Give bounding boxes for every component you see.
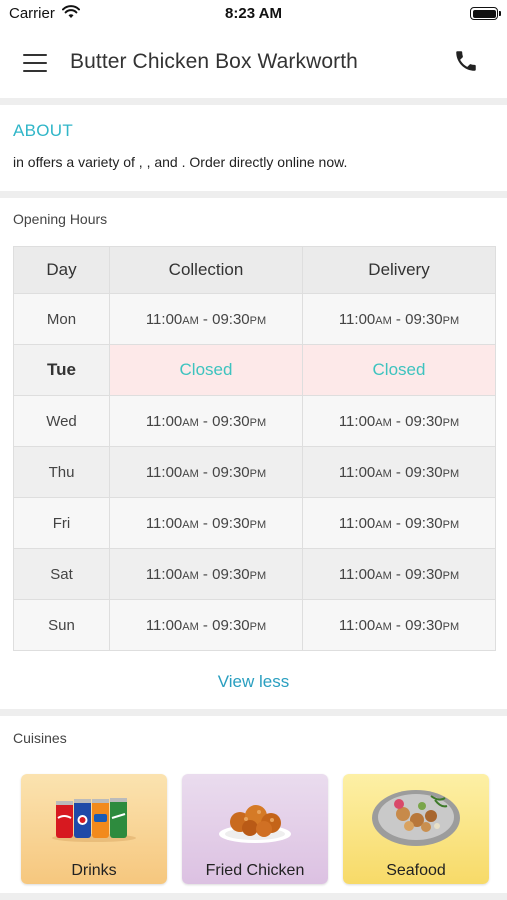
collection-hours-cell: 11:00AM - 09:30PM	[109, 497, 303, 549]
cuisine-label: Fried Chicken	[205, 862, 305, 879]
day-cell: Thu	[13, 446, 110, 498]
column-header-day: Day	[13, 246, 110, 294]
day-cell: Fri	[13, 497, 110, 549]
table-row: Fri 11:00AM - 09:30PM 11:00AM - 09:30PM	[13, 497, 496, 549]
section-divider	[0, 191, 507, 198]
app-header: Butter Chicken Box Warkworth	[0, 28, 507, 98]
collection-hours-cell: 11:00AM - 09:30PM	[109, 599, 303, 651]
section-divider	[0, 893, 507, 900]
cuisine-card-fried-chicken[interactable]: Fried Chicken	[182, 774, 328, 884]
hamburger-menu-icon[interactable]	[20, 48, 50, 78]
collection-hours-cell: 11:00AM - 09:30PM	[109, 395, 303, 447]
day-cell: Tue	[13, 344, 110, 396]
delivery-closed-cell: Closed	[302, 344, 496, 396]
battery-icon	[470, 7, 501, 20]
day-cell: Sat	[13, 548, 110, 600]
about-heading: ABOUT	[13, 121, 74, 140]
cuisine-card-seafood[interactable]: Seafood	[343, 774, 489, 884]
collection-hours-cell: 11:00AM - 09:30PM	[109, 548, 303, 600]
table-row: Mon 11:00AM - 09:30PM 11:00AM - 09:30PM	[13, 293, 496, 345]
table-row: Wed 11:00AM - 09:30PM 11:00AM - 09:30PM	[13, 395, 496, 447]
collection-hours-cell: 11:00AM - 09:30PM	[109, 293, 303, 345]
about-description: in offers a variety of , , and . Order d…	[13, 154, 348, 170]
cuisine-label: Seafood	[386, 862, 446, 879]
delivery-hours-cell: 11:00AM - 09:30PM	[302, 446, 496, 498]
day-cell: Mon	[13, 293, 110, 345]
fried-chicken-plate-icon	[219, 805, 291, 843]
cuisine-label: Drinks	[71, 862, 117, 879]
delivery-hours-cell: 11:00AM - 09:30PM	[302, 497, 496, 549]
section-divider	[0, 709, 507, 716]
opening-hours-table: Day Collection Delivery Mon 11:00AM - 09…	[13, 246, 496, 651]
day-cell: Sun	[13, 599, 110, 651]
section-divider	[0, 98, 507, 105]
day-cell: Wed	[13, 395, 110, 447]
column-header-delivery: Delivery	[302, 246, 496, 294]
delivery-hours-cell: 11:00AM - 09:30PM	[302, 395, 496, 447]
page-title: Butter Chicken Box Warkworth	[70, 50, 358, 73]
table-row-today: Tue Closed Closed	[13, 344, 496, 396]
delivery-hours-cell: 11:00AM - 09:30PM	[302, 599, 496, 651]
collection-closed-cell: Closed	[109, 344, 303, 396]
table-header-row: Day Collection Delivery	[13, 246, 496, 294]
status-time: 8:23 AM	[225, 5, 282, 22]
delivery-hours-cell: 11:00AM - 09:30PM	[302, 293, 496, 345]
seafood-bowl-icon	[372, 790, 460, 846]
view-less-link[interactable]: View less	[0, 672, 507, 692]
phone-icon[interactable]	[453, 48, 481, 76]
cuisine-card-drinks[interactable]: Drinks	[21, 774, 167, 884]
cuisines-label: Cuisines	[13, 730, 67, 746]
opening-hours-label: Opening Hours	[13, 211, 108, 227]
table-row: Sun 11:00AM - 09:30PM 11:00AM - 09:30PM	[13, 599, 496, 651]
status-bar: Carrier 8:23 AM	[0, 0, 507, 28]
column-header-collection: Collection	[109, 246, 303, 294]
delivery-hours-cell: 11:00AM - 09:30PM	[302, 548, 496, 600]
soda-cans-icon	[52, 798, 136, 842]
table-row: Sat 11:00AM - 09:30PM 11:00AM - 09:30PM	[13, 548, 496, 600]
table-row: Thu 11:00AM - 09:30PM 11:00AM - 09:30PM	[13, 446, 496, 498]
collection-hours-cell: 11:00AM - 09:30PM	[109, 446, 303, 498]
